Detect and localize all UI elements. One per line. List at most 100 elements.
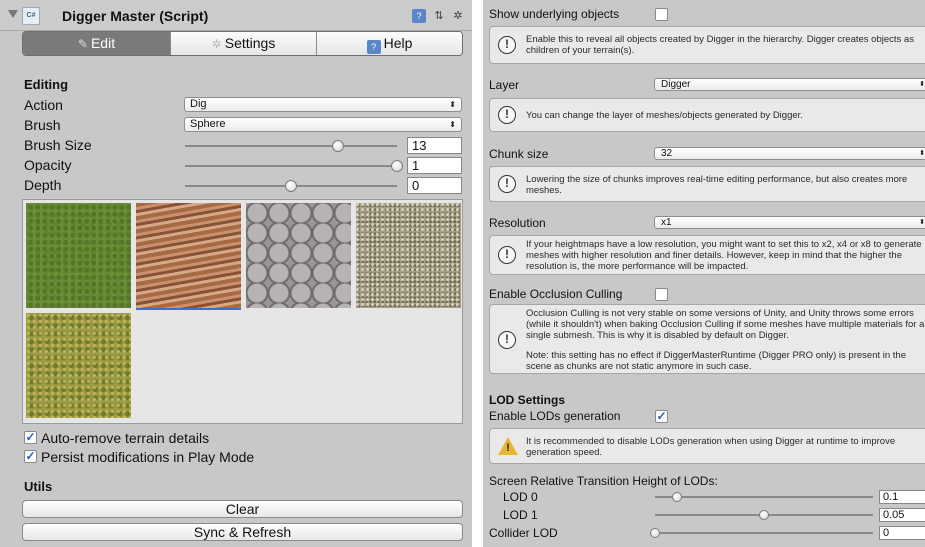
- texture-meadow[interactable]: [26, 313, 131, 418]
- info-icon: !: [498, 246, 516, 264]
- info-icon: !: [498, 331, 516, 349]
- depth-slider-thumb[interactable]: [285, 180, 297, 192]
- action-value: Dig: [190, 98, 207, 110]
- texture-palette: [22, 199, 463, 424]
- component-header[interactable]: C# Digger Master (Script) ? ⇅ ✲: [0, 0, 472, 31]
- action-dropdown[interactable]: Dig ⬍: [184, 97, 462, 112]
- brush-size-field[interactable]: 13: [407, 137, 462, 154]
- foldout-arrow-icon[interactable]: [8, 10, 18, 18]
- preset-sliders-icon[interactable]: ⇅: [432, 9, 446, 23]
- opacity-slider-thumb[interactable]: [391, 160, 403, 172]
- action-label: Action: [24, 97, 63, 113]
- lod-transition-title: Screen Relative Transition Height of LOD…: [489, 474, 718, 488]
- resolution-help-text: If your heightmaps have a low resolution…: [526, 239, 922, 272]
- brush-icon: ✎: [77, 37, 88, 51]
- brush-size-slider-thumb[interactable]: [331, 140, 344, 152]
- dropdown-arrow-icon: ⬍: [919, 81, 925, 88]
- tab-edit-label: Edit: [90, 35, 116, 51]
- layer-value: Digger: [661, 79, 691, 90]
- persist-checkbox[interactable]: ✓: [24, 450, 37, 463]
- selected-texture-indicator: [136, 308, 241, 310]
- gear-icon: ✲: [211, 37, 222, 51]
- depth-label: Depth: [24, 177, 62, 193]
- layer-help: ! You can change the layer of meshes/obj…: [489, 98, 925, 132]
- reference-book-icon[interactable]: ?: [412, 9, 426, 23]
- info-icon: !: [498, 36, 516, 54]
- editing-section-title: Editing: [24, 77, 69, 92]
- enable-lod-checkbox[interactable]: ✓: [655, 410, 668, 423]
- dropdown-arrow-icon: ⬍: [449, 120, 456, 129]
- opacity-slider-track[interactable]: [185, 165, 397, 167]
- brush-value: Sphere: [190, 118, 226, 130]
- texture-grass[interactable]: [26, 203, 131, 308]
- lod-warning: ! It is recommended to disable LODs gene…: [489, 428, 925, 464]
- utils-section-title: Utils: [24, 479, 53, 494]
- brush-size-label: Brush Size: [24, 137, 92, 153]
- auto-remove-label: Auto-remove terrain details: [41, 430, 210, 446]
- show-underlying-label: Show underlying objects: [489, 7, 620, 21]
- collider-lod-label: Collider LOD: [489, 526, 558, 540]
- occlusion-help-text: Occlusion Culling is not very stable on …: [526, 308, 925, 341]
- lod0-field[interactable]: 0.1: [879, 490, 925, 504]
- lod0-slider-track[interactable]: [655, 496, 873, 498]
- tab-bar: ✎ Edit ✲ Settings ? Help: [22, 31, 463, 56]
- lod-section-title: LOD Settings: [489, 393, 566, 407]
- texture-wood[interactable]: [136, 203, 241, 308]
- auto-remove-checkbox[interactable]: ✓: [24, 431, 37, 444]
- occlusion-checkbox[interactable]: [655, 288, 668, 301]
- panel-divider: [472, 0, 483, 547]
- lod1-label: LOD 1: [503, 508, 538, 522]
- sync-refresh-button[interactable]: Sync & Refresh: [22, 523, 463, 541]
- gear-icon[interactable]: ✲: [451, 9, 465, 23]
- collider-lod-slider-track[interactable]: [655, 532, 873, 534]
- tab-settings-label: Settings: [224, 35, 276, 51]
- info-icon: !: [498, 106, 516, 124]
- brush-dropdown[interactable]: Sphere ⬍: [184, 117, 462, 132]
- show-underlying-help: ! Enable this to reveal all objects crea…: [489, 26, 925, 64]
- dropdown-arrow-icon: ⬍: [919, 219, 925, 226]
- clear-button[interactable]: Clear: [22, 500, 463, 518]
- occlusion-label: Enable Occlusion Culling: [489, 287, 623, 301]
- lod1-slider-thumb[interactable]: [759, 510, 769, 520]
- book-icon: ?: [366, 40, 381, 54]
- brush-size-slider-track[interactable]: [185, 145, 397, 147]
- resolution-dropdown[interactable]: x1 ⬍: [654, 216, 925, 229]
- show-underlying-help-text: Enable this to reveal all objects create…: [526, 34, 914, 56]
- brush-label: Brush: [24, 117, 61, 133]
- tab-help-label: Help: [383, 35, 413, 51]
- chunk-size-dropdown[interactable]: 32 ⬍: [654, 147, 925, 160]
- opacity-label: Opacity: [24, 157, 72, 173]
- resolution-value: x1: [661, 217, 672, 228]
- layer-label: Layer: [489, 78, 520, 92]
- texture-gravel[interactable]: [356, 203, 461, 308]
- warning-mark: !: [506, 442, 510, 454]
- tab-settings[interactable]: ✲ Settings: [170, 32, 317, 55]
- dropdown-arrow-icon: ⬍: [449, 100, 456, 109]
- enable-lod-label: Enable LODs generation: [489, 409, 621, 423]
- chunk-size-value: 32: [661, 148, 673, 159]
- occlusion-help: ! Occlusion Culling is not very stable o…: [489, 304, 925, 374]
- collider-lod-slider-thumb[interactable]: [650, 528, 660, 538]
- dropdown-arrow-icon: ⬍: [919, 150, 925, 157]
- texture-stone[interactable]: [246, 203, 351, 308]
- resolution-help: ! If your heightmaps have a low resoluti…: [489, 235, 925, 275]
- lod0-label: LOD 0: [503, 490, 538, 504]
- tab-help[interactable]: ? Help: [317, 32, 462, 55]
- lod0-slider-thumb[interactable]: [671, 492, 682, 502]
- chunk-size-label: Chunk size: [489, 147, 549, 161]
- depth-field[interactable]: 0: [407, 177, 462, 194]
- tab-edit[interactable]: ✎ Edit: [23, 32, 170, 55]
- csharp-script-icon: C#: [22, 7, 40, 25]
- opacity-field[interactable]: 1: [407, 157, 462, 174]
- info-icon: !: [498, 175, 516, 193]
- show-underlying-checkbox[interactable]: [655, 8, 668, 21]
- lod-warning-text: It is recommended to disable LODs genera…: [526, 436, 896, 458]
- lod1-field[interactable]: 0.05: [879, 508, 925, 522]
- layer-dropdown[interactable]: Digger ⬍: [654, 78, 925, 91]
- layer-help-text: You can change the layer of meshes/objec…: [526, 110, 803, 121]
- digger-settings-inspector: Show underlying objects ! Enable this to…: [483, 0, 925, 547]
- chunk-size-help: ! Lowering the size of chunks improves r…: [489, 166, 925, 202]
- occlusion-note-text: Note: this setting has no effect if Digg…: [526, 350, 906, 372]
- collider-lod-field[interactable]: 0: [879, 526, 925, 540]
- component-title: Digger Master (Script): [62, 8, 209, 24]
